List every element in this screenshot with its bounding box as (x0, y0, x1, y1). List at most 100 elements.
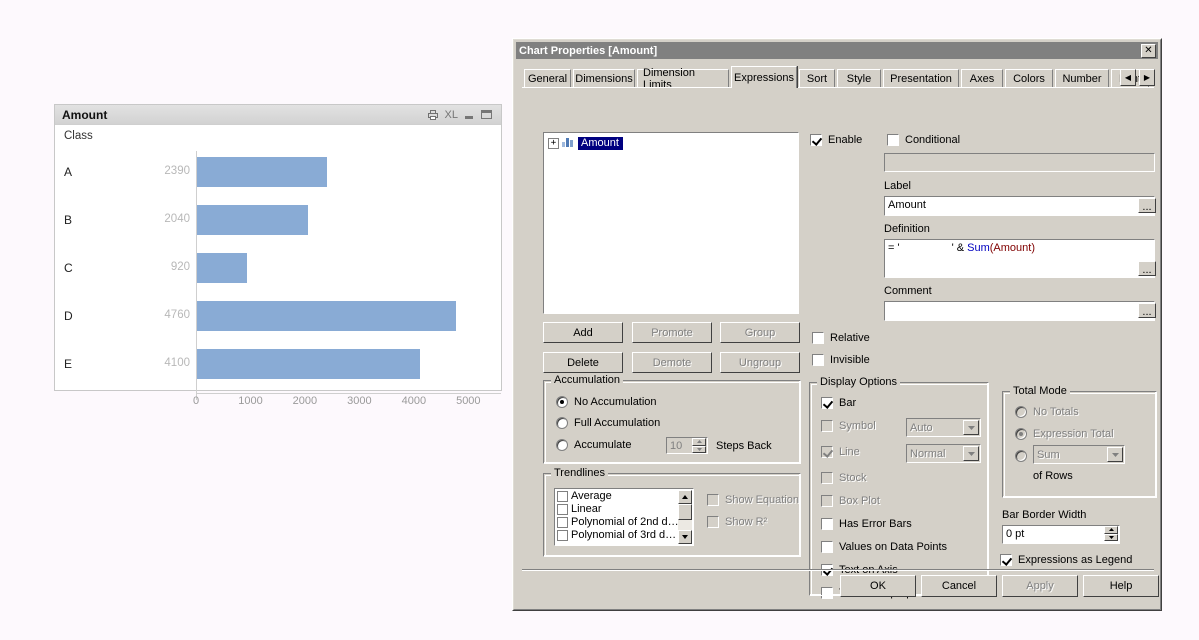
excel-export-icon[interactable]: XL (445, 109, 458, 121)
label-ellipsis-button[interactable]: ... (1138, 198, 1156, 213)
accumulation-group-title: Accumulation (551, 374, 624, 386)
display-option-checkbox-icon[interactable] (821, 397, 833, 409)
help-button[interactable]: Help (1083, 575, 1159, 597)
steps-back-spinner-down[interactable] (692, 445, 706, 453)
bar-border-width-input[interactable]: 0 pt (1002, 525, 1120, 544)
conditional-checkbox-icon[interactable] (887, 134, 899, 146)
minimize-icon[interactable] (464, 109, 475, 120)
bar-row[interactable]: D 4760 (55, 295, 501, 343)
trendline-checkbox-icon[interactable] (557, 516, 568, 528)
expression-tree-list[interactable]: + Amount (543, 132, 799, 314)
radio-full-accumulation-icon[interactable] (556, 417, 568, 429)
tab-style[interactable]: Style (837, 69, 881, 87)
bar-border-width-up[interactable] (1104, 526, 1118, 534)
trendline-item[interactable]: Average (555, 489, 693, 502)
dialog-title-bar[interactable]: Chart Properties [Amount] ✕ (516, 42, 1158, 59)
scroll-down-icon[interactable] (678, 530, 692, 544)
expressions-as-legend-checkbox[interactable]: Expressions as Legend (1000, 554, 1132, 566)
chart-caption-bar[interactable]: Amount XL (55, 105, 501, 125)
ok-button[interactable]: OK (840, 575, 916, 597)
trendline-label: Polynomial of 2nd d… (571, 516, 679, 528)
comment-input[interactable] (884, 301, 1155, 321)
scroll-up-icon[interactable] (678, 490, 692, 504)
display-option-has-error-bars[interactable]: Has Error Bars (821, 518, 912, 530)
bar-border-width-spinner[interactable] (1104, 526, 1118, 541)
bar-row[interactable]: B 2040 (55, 199, 501, 247)
relative-checkbox[interactable]: Relative (812, 332, 870, 344)
apply-button: Apply (1002, 575, 1078, 597)
radio-accumulate-label: Accumulate (574, 439, 632, 451)
trendline-checkbox-icon[interactable] (557, 529, 568, 541)
tab-sort[interactable]: Sort (799, 69, 835, 87)
chart-plot-area[interactable]: Class A 2390 B 2040 C 920 D 4760 E 4100 0 1000 2000… (55, 125, 501, 407)
bar[interactable] (197, 253, 247, 283)
definition-input[interactable]: = ' ' & Sum(Amount) (884, 239, 1155, 278)
chart-properties-dialog[interactable]: Chart Properties [Amount] ✕ General Dimen… (512, 38, 1162, 611)
tab-general[interactable]: General (524, 69, 571, 87)
trendline-item[interactable]: Polynomial of 3rd d… (555, 528, 693, 541)
invisible-checkbox-icon[interactable] (812, 354, 824, 366)
tab-colors[interactable]: Colors (1005, 69, 1053, 87)
radio-no-accumulation-icon[interactable] (556, 396, 568, 408)
bar-border-width-down[interactable] (1104, 533, 1118, 541)
tab-scroll-left-icon[interactable]: ◀ (1120, 69, 1136, 86)
maximize-icon[interactable] (481, 109, 493, 120)
tab-number[interactable]: Number (1055, 69, 1109, 87)
bar[interactable] (197, 157, 327, 187)
chart-object[interactable]: Amount XL Class A 2390 B 2040 C 920 D 4760 E 4100… (54, 104, 502, 407)
conditional-input[interactable] (884, 153, 1155, 172)
bar[interactable] (197, 205, 308, 235)
radio-no-accumulation[interactable]: No Accumulation (556, 396, 657, 408)
display-option-checkbox-icon[interactable] (821, 541, 833, 553)
cancel-button[interactable]: Cancel (921, 575, 997, 597)
bar-row[interactable]: A 2390 (55, 151, 501, 199)
radio-accumulate-icon[interactable] (556, 439, 568, 451)
delete-button[interactable]: Delete (543, 352, 623, 373)
conditional-checkbox[interactable]: Conditional (887, 134, 960, 146)
scrollbar-thumb[interactable] (678, 504, 692, 520)
display-option-values-on-data-points[interactable]: Values on Data Points (821, 541, 947, 553)
tab-dimension-limits[interactable]: Dimension Limits (637, 67, 729, 91)
expression-node-label[interactable]: Amount (578, 136, 623, 150)
expand-plus-icon[interactable]: + (548, 137, 559, 149)
tab-dimensions[interactable]: Dimensions (573, 69, 635, 87)
tab-presentation[interactable]: Presentation (883, 69, 959, 87)
close-icon[interactable]: ✕ (1141, 43, 1156, 58)
label-input[interactable]: Amount (884, 196, 1155, 216)
bar[interactable] (197, 301, 456, 331)
radio-accumulate[interactable]: Accumulate (556, 439, 631, 451)
display-option-checkbox-icon[interactable] (821, 518, 833, 530)
scrollbar-track[interactable] (678, 520, 692, 530)
tab-expressions[interactable]: Expressions (731, 66, 797, 88)
steps-back-spinner[interactable] (692, 438, 706, 453)
expression-tree-node[interactable]: + Amount (544, 133, 798, 150)
bar[interactable] (197, 349, 420, 379)
trendline-checkbox-icon[interactable] (557, 490, 568, 502)
tab-axes[interactable]: Axes (961, 69, 1003, 87)
enable-checkbox-icon[interactable] (810, 134, 822, 146)
display-option-checkbox-icon[interactable] (821, 587, 833, 599)
invisible-checkbox[interactable]: Invisible (812, 354, 870, 366)
trendline-checkbox-icon[interactable] (557, 503, 568, 515)
relative-checkbox-icon[interactable] (812, 332, 824, 344)
trendlines-listbox[interactable]: Average Linear Polynomial of 2nd d… Polynom… (554, 488, 694, 546)
trendlines-scrollbar[interactable] (678, 490, 692, 544)
definition-ellipsis-button[interactable]: ... (1138, 261, 1156, 276)
trendlines-items: Average Linear Polynomial of 2nd d… Polynom… (555, 489, 693, 541)
trendline-item[interactable]: Polynomial of 2nd d… (555, 515, 693, 528)
print-icon[interactable] (427, 109, 439, 120)
steps-back-spinner-up[interactable] (692, 438, 706, 446)
tab-strip[interactable]: General Dimensions Dimension Limits Express… (524, 66, 1155, 91)
radio-full-accumulation[interactable]: Full Accumulation (556, 417, 660, 429)
bar-row[interactable]: E 4100 (55, 343, 501, 391)
enable-checkbox[interactable]: Enable (810, 134, 862, 146)
total-aggregation-value: Sum (1037, 448, 1060, 461)
display-option-label: Box Plot (839, 495, 880, 507)
comment-ellipsis-button[interactable]: ... (1138, 303, 1156, 318)
display-option-bar[interactable]: Bar (821, 397, 856, 409)
add-button[interactable]: Add (543, 322, 623, 343)
bar-row[interactable]: C 920 (55, 247, 501, 295)
tab-scroll-right-icon[interactable]: ▶ (1139, 69, 1155, 86)
trendline-item[interactable]: Linear (555, 502, 693, 515)
expressions-as-legend-checkbox-icon[interactable] (1000, 554, 1012, 566)
